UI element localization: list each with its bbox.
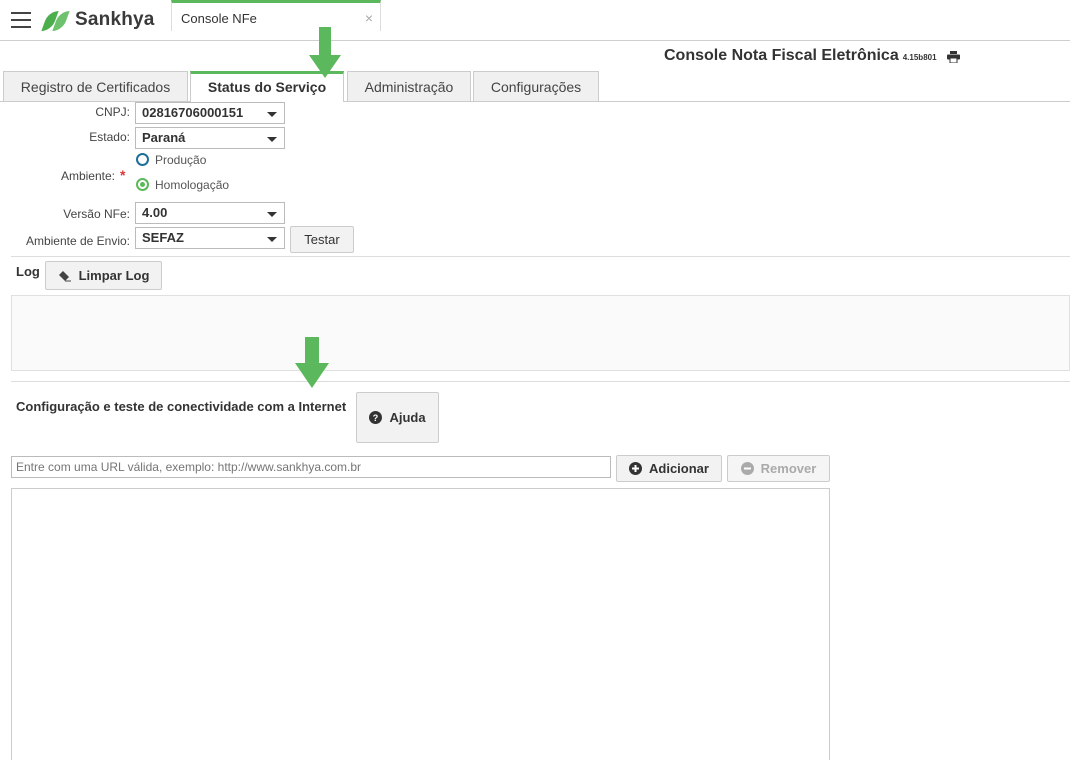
tab-bar: Registro de Certificados Status do Servi…	[0, 71, 1070, 102]
limpar-log-button[interactable]: Limpar Log	[45, 261, 162, 290]
top-bar: Sankhya Console NFe ×	[0, 0, 1070, 41]
estado-value: Paraná	[142, 130, 186, 145]
remover-button[interactable]: Remover	[727, 455, 830, 482]
envio-value: SEFAZ	[142, 230, 184, 245]
plus-circle-icon	[629, 462, 643, 475]
cnpj-label: CNPJ:	[95, 105, 130, 119]
radio-homologacao-label: Homologação	[155, 178, 230, 192]
ajuda-label: Ajuda	[389, 410, 426, 425]
page-title: Console Nota Fiscal Eletrônica 4.15b801	[664, 47, 937, 65]
open-app-tab[interactable]: Console NFe ×	[171, 0, 381, 31]
connectivity-title: Configuração e teste de conectividade co…	[16, 399, 347, 414]
version-label: 4.15b801	[902, 53, 937, 62]
arrow-down-icon	[309, 27, 341, 78]
arrow-down-icon	[295, 337, 329, 388]
envio-select[interactable]: SEFAZ	[135, 227, 285, 249]
testar-button[interactable]: Testar	[290, 226, 354, 253]
remover-label: Remover	[760, 461, 817, 476]
url-list[interactable]	[11, 488, 830, 760]
versao-label: Versão NFe:	[63, 207, 130, 221]
svg-text:?: ?	[373, 413, 379, 423]
adicionar-button[interactable]: Adicionar	[616, 455, 722, 482]
chevron-down-icon	[267, 237, 277, 242]
question-circle-icon: ?	[369, 411, 383, 424]
tab-registro-certificados[interactable]: Registro de Certificados	[3, 71, 188, 101]
versao-select[interactable]: 4.00	[135, 202, 285, 224]
print-icon[interactable]	[947, 51, 960, 63]
log-label: Log	[16, 264, 40, 279]
log-output	[11, 295, 1070, 371]
sankhya-logo-icon	[41, 9, 71, 31]
radio-producao[interactable]	[136, 153, 149, 166]
minus-circle-icon	[740, 462, 754, 475]
radio-homologacao[interactable]	[136, 178, 149, 191]
estado-select[interactable]: Paraná	[135, 127, 285, 149]
required-marker: *	[120, 167, 126, 183]
cnpj-value: 02816706000151	[142, 105, 244, 120]
ajuda-button[interactable]: ? Ajuda	[356, 392, 439, 443]
versao-value: 4.00	[142, 205, 168, 220]
ambiente-label: Ambiente:	[60, 169, 115, 183]
page-title-text: Console Nota Fiscal Eletrônica	[664, 47, 899, 64]
limpar-log-label: Limpar Log	[78, 268, 150, 283]
url-input[interactable]	[11, 456, 611, 478]
divider	[11, 256, 1070, 257]
chevron-down-icon	[267, 112, 277, 117]
divider	[11, 381, 1070, 382]
logo-text: Sankhya	[75, 9, 155, 30]
close-icon[interactable]: ×	[365, 10, 373, 26]
radio-producao-label: Produção	[155, 153, 207, 167]
chevron-down-icon	[267, 212, 277, 217]
estado-label: Estado:	[89, 130, 130, 144]
open-app-tab-label: Console NFe	[181, 11, 257, 26]
tab-configuracoes[interactable]: Configurações	[473, 71, 599, 101]
adicionar-label: Adicionar	[649, 461, 709, 476]
envio-label: Ambiente de Envio:	[25, 234, 130, 248]
testar-button-label: Testar	[304, 232, 340, 247]
sankhya-logo: Sankhya	[41, 8, 155, 32]
menu-icon[interactable]	[11, 12, 31, 28]
cnpj-select[interactable]: 02816706000151	[135, 102, 285, 124]
chevron-down-icon	[267, 137, 277, 142]
tab-administracao[interactable]: Administração	[347, 71, 471, 101]
eraser-icon	[58, 270, 71, 281]
